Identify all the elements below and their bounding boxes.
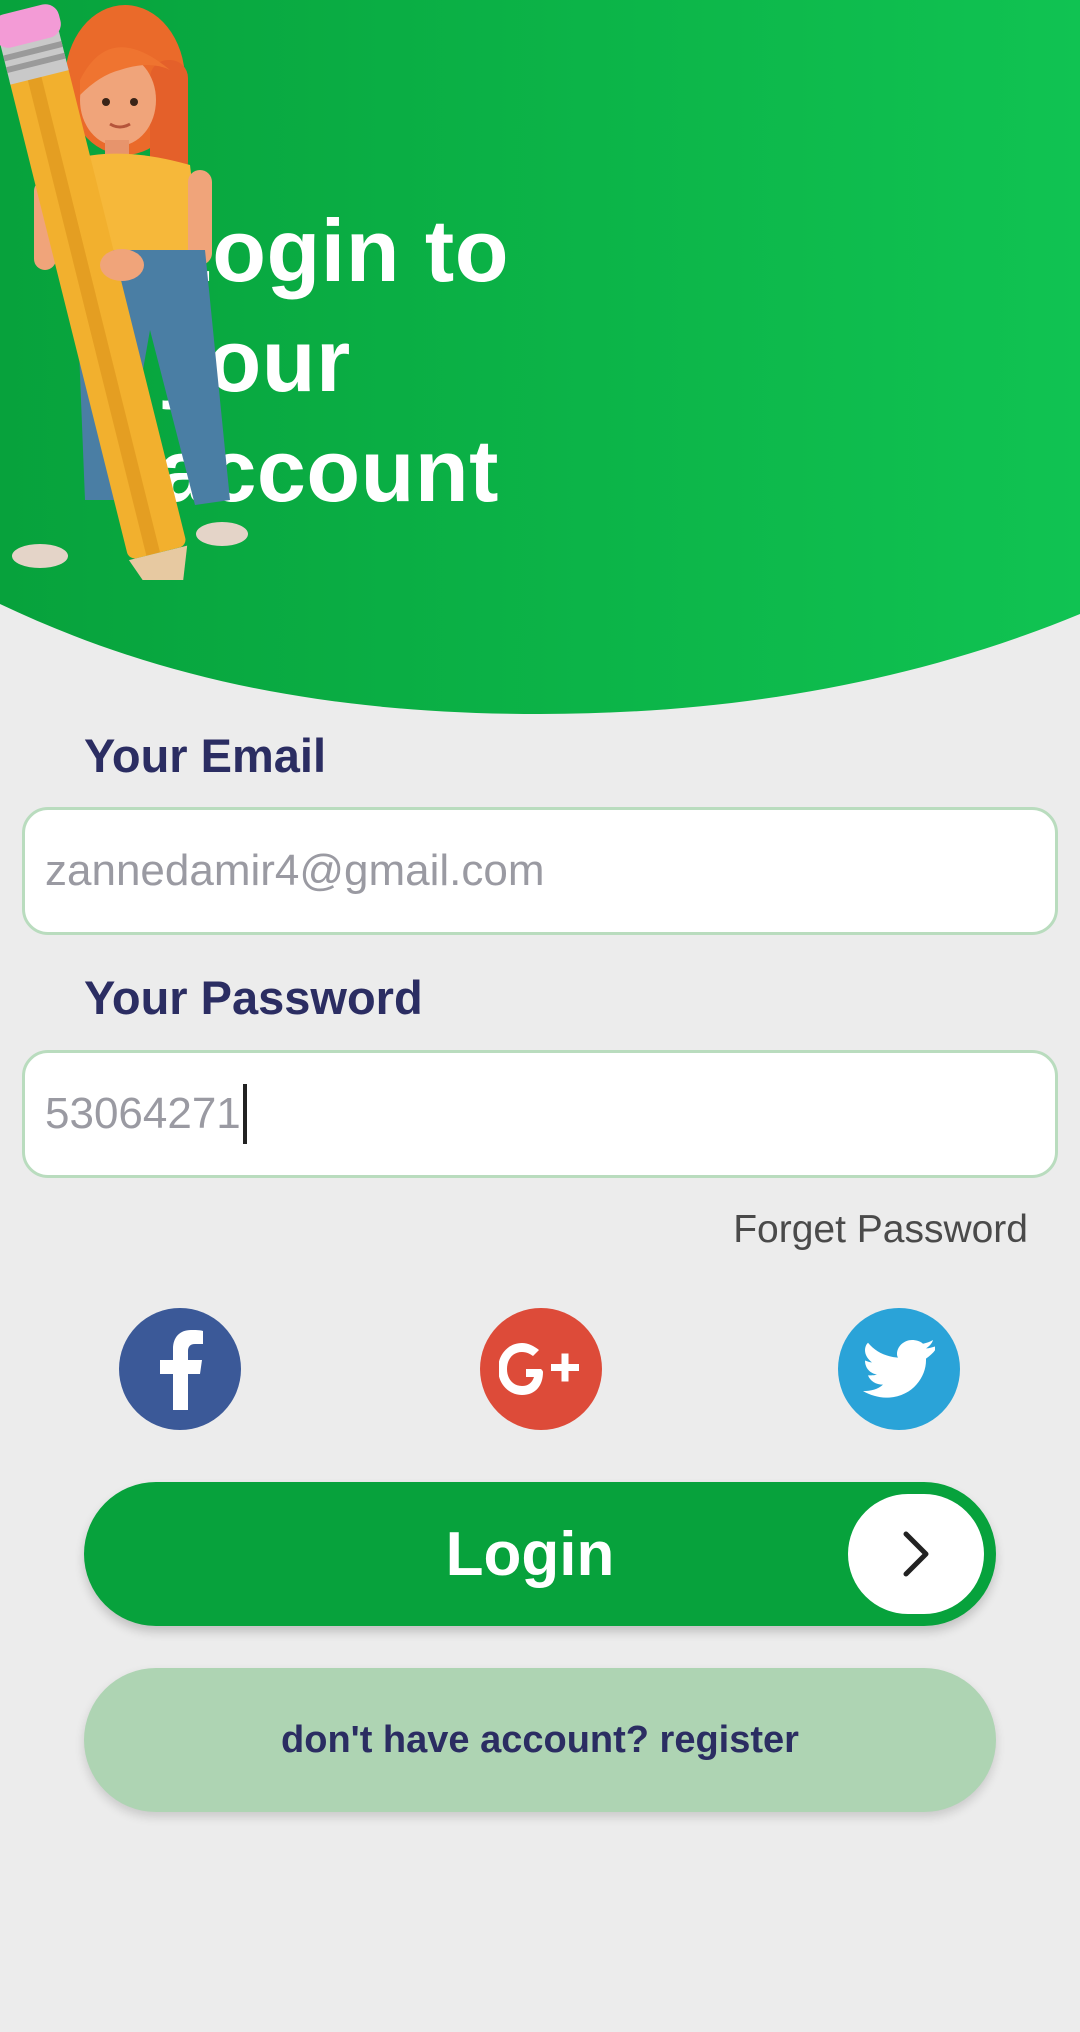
login-arrow-button[interactable] bbox=[848, 1494, 984, 1614]
facebook-button[interactable] bbox=[119, 1308, 241, 1430]
password-value: 53064271 bbox=[45, 1089, 241, 1138]
twitter-button[interactable] bbox=[838, 1308, 960, 1430]
email-field[interactable]: zannedamir4@gmail.com bbox=[22, 807, 1058, 935]
girl-holding-pencil-illustration bbox=[0, 4, 248, 580]
email-value: zannedamir4@gmail.com bbox=[45, 846, 545, 895]
google-plus-icon bbox=[499, 1343, 579, 1395]
password-label: Your Password bbox=[84, 971, 423, 1024]
forget-password-link[interactable]: Forget Password bbox=[733, 1208, 1028, 1252]
register-button[interactable]: don't have account? register bbox=[84, 1668, 996, 1812]
email-label: Your Email bbox=[84, 729, 327, 782]
password-field[interactable]: 53064271 bbox=[22, 1050, 1058, 1178]
text-caret bbox=[242, 1084, 247, 1144]
facebook-icon bbox=[160, 1330, 203, 1410]
google-plus-button[interactable] bbox=[480, 1308, 602, 1430]
login-label: Login bbox=[445, 1519, 615, 1589]
header: Login to your account bbox=[0, 0, 1080, 720]
login-button[interactable]: Login bbox=[84, 1482, 996, 1626]
register-label: don't have account? register bbox=[281, 1718, 799, 1761]
login-screen: Login to your account Your Email zanneda… bbox=[0, 0, 1080, 2032]
twitter-icon bbox=[863, 1340, 935, 1398]
chevron-right-icon bbox=[903, 1531, 929, 1577]
